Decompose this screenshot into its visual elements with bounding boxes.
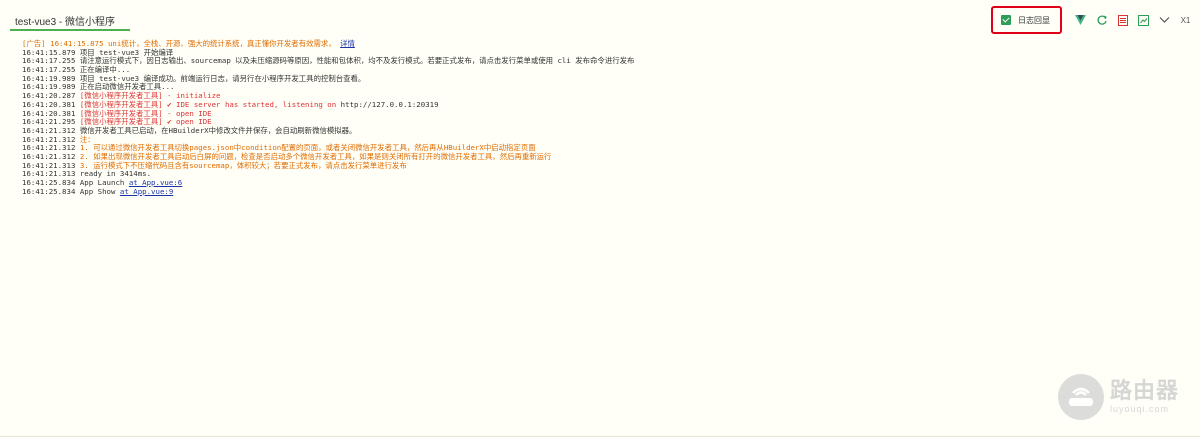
console-text: 1. 可以通过微信开发者工具切换pages.json中condition配置的页… <box>79 143 536 153</box>
vue-icon[interactable] <box>1072 11 1089 29</box>
console-line: [广告] 16:41:15.875 uni统计，全栈、开源、强大的统计系统，真正… <box>22 39 1182 49</box>
export-icon[interactable] <box>1135 11 1152 29</box>
console-text: 正在编译中... <box>79 65 131 75</box>
console-line: 16:41:21.313 3. 运行模式下不压缩代码且含有sourcemap，体… <box>22 160 1182 171</box>
console-timestamp: 16:41:20.381 <box>22 99 80 109</box>
console-text: 2. 如果出现微信开发者工具启动后白屏的问题，检查是否启动多个微信开发者工具，如… <box>79 151 552 161</box>
console-tab[interactable]: test-vue3 - 微信小程序 <box>10 9 130 31</box>
console-timestamp: 16:41:15.879 <box>22 47 80 57</box>
console-link[interactable]: at App.vue:9 <box>120 187 173 196</box>
console-text: [微信小程序开发者工具] - open IDE <box>79 108 212 118</box>
console-output: [广告] 16:41:15.875 uni统计，全栈、开源、强大的统计系统，真正… <box>22 39 1182 197</box>
console-text: [广告] 16:41:15.875 uni统计，全栈、开源、强大的统计系统，真正… <box>22 39 341 48</box>
refresh-icon[interactable] <box>1093 11 1110 29</box>
console-text: 正在启动微信开发者工具... <box>79 82 175 92</box>
console-timestamp: 16:41:21.313 <box>22 169 80 179</box>
chevron-down-icon[interactable] <box>1156 11 1173 29</box>
bottom-divider <box>0 436 1200 437</box>
console-text: App Show <box>79 186 120 196</box>
console-line: 16:41:19.989 项目 test-vue3 编译成功。前端运行日志，请另… <box>22 73 1182 84</box>
console-link[interactable]: at App.vue:6 <box>129 178 182 187</box>
console-text: 3. 运行模式下不压缩代码且含有sourcemap，体积较大；若要正式发布，请点… <box>79 160 407 170</box>
console-text: 注： <box>79 134 95 144</box>
console-line: 16:41:21.313 ready in 3414ms. <box>22 169 1182 179</box>
console-timestamp: 16:41:19.989 <box>22 82 80 92</box>
console-text: [微信小程序开发者工具] ✔ IDE server has started, l… <box>79 99 341 109</box>
watermark-logo-icon <box>1058 374 1104 420</box>
console-timestamp: 16:41:21.312 <box>22 134 80 144</box>
console-line: 16:41:25.834 App Show at App.vue:9 <box>22 186 1182 197</box>
console-timestamp: 16:41:17.255 <box>22 56 80 66</box>
console-timestamp: 16:41:21.312 <box>22 151 80 161</box>
console-timestamp: 16:41:21.312 <box>22 143 80 153</box>
checkbox-checked-icon[interactable] <box>1001 15 1011 25</box>
console-text: http://127.0.0.1:20319 <box>340 99 439 109</box>
collapse-button[interactable]: X1 <box>1177 11 1194 29</box>
console-timestamp: 16:41:19.989 <box>22 73 80 83</box>
console-timestamp: 16:41:17.255 <box>22 65 80 75</box>
console-text: ready in 3414ms. <box>79 169 152 179</box>
console-toolbar: 日志回显 X1 <box>991 6 1194 34</box>
watermark-text-cn: 路由器 <box>1110 379 1180 404</box>
autoscroll-label: 日志回显 <box>1018 15 1050 25</box>
console-timestamp: 16:41:20.381 <box>22 108 80 118</box>
watermark: 路由器 luyouqi.com <box>1058 374 1179 420</box>
watermark-text-en: luyouqi.com <box>1110 404 1170 414</box>
autoscroll-toggle[interactable]: 日志回显 <box>991 6 1062 34</box>
console-timestamp: 16:41:25.834 <box>22 186 80 196</box>
console-text: App Launch <box>79 178 129 187</box>
console-text: 项目 test-vue3 编译成功。前端运行日志，请另行在小程序开发工具的控制台… <box>79 73 366 83</box>
console-line: 16:41:17.255 请注意运行模式下，因日志输出、sourcemap 以及… <box>22 57 1182 66</box>
clear-icon[interactable] <box>1114 11 1131 29</box>
console-text: 微信开发者工具已启动，在HBuilderX中修改文件并保存，会自动刷新微信模拟器… <box>79 125 357 135</box>
console-text: [微信小程序开发者工具] ✔ open IDE <box>79 117 212 127</box>
console-link[interactable]: 详情 <box>340 39 355 48</box>
console-timestamp: 16:41:25.834 <box>22 178 80 187</box>
console-timestamp: 16:41:21.295 <box>22 117 80 127</box>
console-timestamp: 16:41:21.313 <box>22 160 80 170</box>
console-text: [微信小程序开发者工具] - initialize <box>79 91 221 101</box>
console-line: 16:41:25.834 App Launch at App.vue:6 <box>22 178 1182 188</box>
console-timestamp: 16:41:21.312 <box>22 125 80 135</box>
console-text: 请注意运行模式下，因日志输出、sourcemap 以及未压缩源码等原因，性能和包… <box>79 56 635 66</box>
console-header: test-vue3 - 微信小程序 日志回显 X1 <box>0 0 1200 36</box>
console-line: 16:41:21.312 微信开发者工具已启动，在HBuilderX中修改文件并… <box>22 125 1182 136</box>
console-timestamp: 16:41:20.287 <box>22 91 80 101</box>
console-text: 项目 test-vue3 开始编译 <box>79 47 174 57</box>
